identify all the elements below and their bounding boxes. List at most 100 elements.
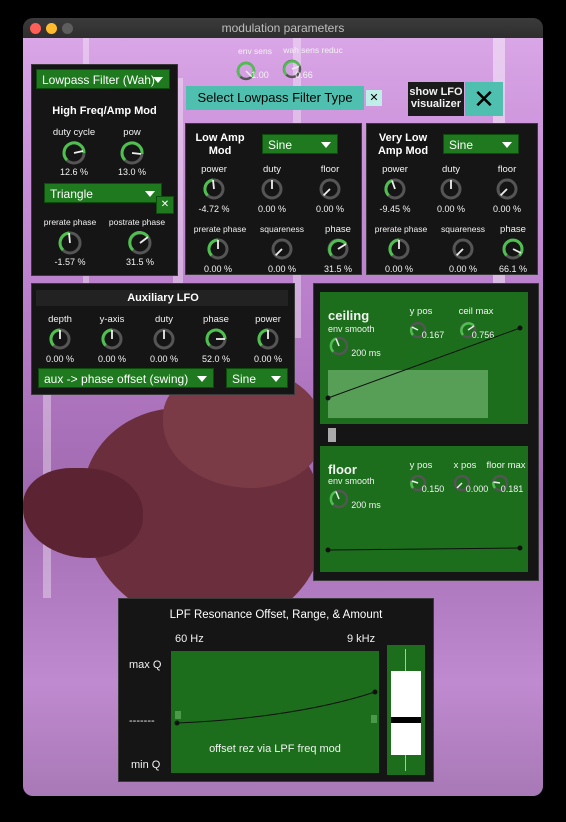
floor-label: floor — [320, 164, 340, 175]
duty-label: duty — [263, 164, 281, 175]
high-freq-amp-mod-panel: Lowpass Filter (Wah) High Freq/Amp Mod d… — [31, 64, 178, 276]
show-lfo-label: show LFO visualizer — [409, 86, 463, 110]
panel-title: High Freq/Amp Mod — [52, 105, 157, 117]
prerate-phase-knob[interactable] — [205, 236, 231, 262]
duty-knob[interactable] — [259, 176, 285, 202]
mid-q-label: ------- — [129, 715, 155, 727]
q-range-slider[interactable] — [387, 645, 425, 775]
freq-low-label: 60 Hz — [175, 633, 204, 645]
prerate-phase-label: prerate phase — [43, 217, 97, 227]
ceiling-scroll-handle[interactable] — [328, 428, 336, 442]
duty-value: 0.00 % — [257, 204, 287, 214]
floor-value: 0.00 % — [492, 204, 522, 214]
y-axis-knob[interactable] — [99, 326, 125, 352]
duty-value: 0.00 % — [436, 204, 466, 214]
show-lfo-toggle-button[interactable]: ✕ — [465, 82, 503, 116]
pow-knob[interactable] — [118, 139, 146, 167]
wave-shape-dropdown[interactable]: Triangle — [44, 183, 162, 203]
prerate-phase-value: -1.57 % — [54, 257, 86, 267]
duty-knob[interactable] — [151, 326, 177, 352]
prerate-phase-label: prerate phase — [374, 224, 428, 234]
auxiliary-lfo-panel: Auxiliary LFO depth 0.00 % y-axis 0.00 %… — [31, 283, 295, 395]
lpf-title: LPF Resonance Offset, Range, & Amount — [169, 609, 383, 621]
show-lfo-visualizer-box: show LFO visualizer — [408, 82, 464, 116]
phase-knob[interactable] — [203, 326, 229, 352]
power-value: -4.72 % — [198, 204, 230, 214]
aux-lfo-title: Auxiliary LFO — [127, 292, 199, 304]
select-lowpass-filter-type-button[interactable]: Select Lowpass Filter Type — [186, 86, 364, 110]
close-icon[interactable]: ✕ — [366, 90, 382, 106]
depth-value: 0.00 % — [45, 354, 75, 364]
aux-wave-value: Sine — [232, 372, 257, 386]
env-sens-value: 1.00 — [251, 70, 269, 80]
freq-high-label: 9 kHz — [347, 633, 376, 645]
duty-cycle-knob[interactable] — [60, 139, 88, 167]
q-range-handle[interactable] — [391, 671, 421, 755]
app-window: modulation parameters env sens 1.00 wah … — [23, 18, 543, 796]
phase-value: 52.0 % — [201, 354, 231, 364]
power-knob[interactable] — [255, 326, 281, 352]
chevron-down-icon — [197, 376, 207, 382]
prerate-phase-value: 0.00 % — [384, 264, 414, 274]
max-q-label: max Q — [129, 659, 162, 671]
aux-target-dropdown[interactable]: aux -> phase offset (swing) — [38, 368, 214, 388]
power-label: power — [255, 314, 281, 325]
power-knob[interactable] — [201, 176, 227, 202]
floor-knob[interactable] — [494, 176, 520, 202]
aux-wave-dropdown[interactable]: Sine — [226, 368, 288, 388]
wah-sens-reduc-value: 0.66 — [295, 70, 313, 80]
depth-label: depth — [48, 314, 72, 325]
phase-value: 31.5 % — [323, 264, 353, 274]
ceiling-curve — [325, 325, 523, 401]
phase-knob[interactable] — [325, 236, 351, 262]
floor-label: floor — [497, 164, 517, 175]
phase-knob[interactable] — [500, 236, 526, 262]
chevron-down-icon — [271, 376, 281, 382]
floor-graph[interactable]: floor env smooth 200 ms y pos 0.150 x po… — [320, 446, 528, 572]
phase-label: phase — [203, 314, 229, 325]
low-amp-mod-title: Low Amp Mod — [195, 132, 245, 157]
squareness-label: squareness — [441, 224, 485, 234]
squareness-label: squareness — [260, 224, 304, 234]
very-low-amp-wave-dropdown[interactable]: Sine — [443, 134, 519, 154]
power-knob[interactable] — [382, 176, 408, 202]
prerate-phase-knob[interactable] — [386, 236, 412, 262]
wave-shape-value: Triangle — [50, 187, 93, 201]
filter-type-dropdown[interactable]: Lowpass Filter (Wah) — [36, 69, 170, 89]
power-value: -9.45 % — [379, 204, 411, 214]
duty-cycle-value: 12.6 % — [59, 167, 89, 177]
lpf-resonance-graph[interactable]: offset rez via LPF freq mod — [171, 651, 379, 773]
power-value: 0.00 % — [253, 354, 283, 364]
phase-value: 66.1 % — [498, 264, 528, 274]
phase-label: phase — [325, 224, 351, 235]
squareness-knob[interactable] — [450, 236, 476, 262]
phase-label: phase — [500, 224, 526, 235]
prerate-phase-knob[interactable] — [56, 229, 84, 257]
power-label: power — [382, 164, 408, 175]
lpf-resonance-panel: LPF Resonance Offset, Range, & Amount 60… — [118, 598, 434, 782]
chevron-down-icon — [502, 142, 512, 148]
very-low-amp-mod-title: Very Low Amp Mod — [377, 132, 429, 157]
postrate-phase-knob[interactable] — [126, 229, 154, 257]
duty-knob[interactable] — [438, 176, 464, 202]
postrate-phase-value: 31.5 % — [125, 257, 155, 267]
depth-knob[interactable] — [47, 326, 73, 352]
pow-value: 13.0 % — [117, 167, 147, 177]
min-q-label: min Q — [131, 759, 161, 771]
q-range-center-marker — [391, 717, 421, 723]
squareness-knob[interactable] — [269, 236, 295, 262]
ceiling-floor-panel: ceiling env smooth 200 ms y pos 0.167 ce… — [313, 283, 539, 581]
very-low-amp-wave-value: Sine — [449, 138, 474, 152]
squareness-value: 0.00 % — [448, 264, 478, 274]
chevron-down-icon — [321, 142, 331, 148]
pow-label: pow — [123, 127, 141, 138]
very-low-amp-mod-panel: Very Low Amp Mod Sine power -9.45 % duty… — [366, 123, 538, 275]
floor-knob[interactable] — [317, 176, 343, 202]
low-amp-wave-value: Sine — [268, 138, 293, 152]
env-sens-label: env sens — [237, 46, 273, 56]
power-label: power — [201, 164, 227, 175]
ceiling-graph[interactable]: ceiling env smooth 200 ms y pos 0.167 ce… — [320, 292, 528, 424]
duty-value: 0.00 % — [149, 354, 179, 364]
low-amp-wave-dropdown[interactable]: Sine — [262, 134, 338, 154]
close-icon[interactable]: ✕ — [156, 196, 174, 214]
